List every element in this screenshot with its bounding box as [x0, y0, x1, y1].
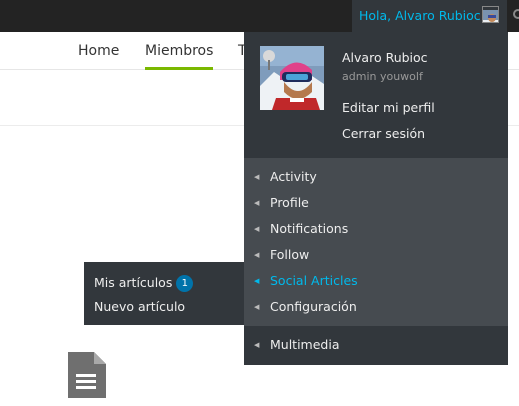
- logout-link[interactable]: Cerrar sesión: [342, 126, 425, 141]
- new-article-link[interactable]: Nuevo artículo: [94, 297, 185, 317]
- edit-profile-link[interactable]: Editar mi perfil: [342, 100, 435, 115]
- menu-item-label: Social Articles: [270, 273, 358, 288]
- nav-miembros[interactable]: Miembros: [145, 32, 214, 70]
- menu-item-notifications[interactable]: ◀ Notifications: [244, 216, 508, 242]
- user-info: Alvaro Rubioc admin youwolf Editar mi pe…: [244, 32, 508, 158]
- menu-item-multimedia[interactable]: ◀ Multimedia: [244, 332, 508, 358]
- arrow-left-icon: ◀: [254, 225, 260, 233]
- search-icon[interactable]: [513, 9, 519, 19]
- username: admin youwolf: [342, 70, 423, 83]
- arrow-left-icon: ◀: [254, 199, 260, 207]
- menu-item-configuracion[interactable]: ◀ Configuración: [244, 294, 508, 320]
- menu-item-profile[interactable]: ◀ Profile: [244, 190, 508, 216]
- my-articles-link[interactable]: Mis artículos 1: [94, 273, 194, 293]
- menu-item-label: Activity: [270, 169, 317, 184]
- menu-item-label: Notifications: [270, 221, 349, 236]
- arrow-left-icon: ◀: [254, 341, 260, 349]
- arrow-left-icon: ◀: [254, 173, 260, 181]
- admin-bar: Hola, Alvaro Rubioc: [0, 0, 519, 32]
- account-greeting[interactable]: Hola, Alvaro Rubioc: [359, 0, 481, 32]
- my-articles-label: Mis artículos: [94, 275, 173, 290]
- arrow-left-icon: ◀: [254, 303, 260, 311]
- menu-item-label: Multimedia: [270, 337, 340, 352]
- social-articles-submenu: Mis artículos 1 Nuevo artículo: [84, 262, 244, 325]
- display-name[interactable]: Alvaro Rubioc: [342, 50, 428, 65]
- avatar[interactable]: [482, 6, 499, 23]
- menu-item-label: Configuración: [270, 299, 357, 314]
- menu-item-label: Profile: [270, 195, 309, 210]
- buddypress-menu: ◀ Activity ◀ Profile ◀ Notifications ◀ F…: [244, 158, 508, 326]
- account-dropdown: Alvaro Rubioc admin youwolf Editar mi pe…: [244, 32, 508, 365]
- menu-item-follow[interactable]: ◀ Follow: [244, 242, 508, 268]
- menu-item-activity[interactable]: ◀ Activity: [244, 164, 508, 190]
- count-badge: 1: [176, 275, 194, 292]
- arrow-left-icon: ◀: [254, 277, 260, 285]
- arrow-left-icon: ◀: [254, 251, 260, 259]
- profile-avatar[interactable]: [260, 46, 324, 110]
- nav-home[interactable]: Home: [78, 32, 119, 70]
- menu-item-social-articles[interactable]: ◀ Social Articles: [244, 268, 508, 294]
- my-account-menu[interactable]: Hola, Alvaro Rubioc: [352, 0, 507, 32]
- document-icon[interactable]: [64, 350, 108, 400]
- menu-item-label: Follow: [270, 247, 310, 262]
- multimedia-section: ◀ Multimedia: [244, 326, 508, 365]
